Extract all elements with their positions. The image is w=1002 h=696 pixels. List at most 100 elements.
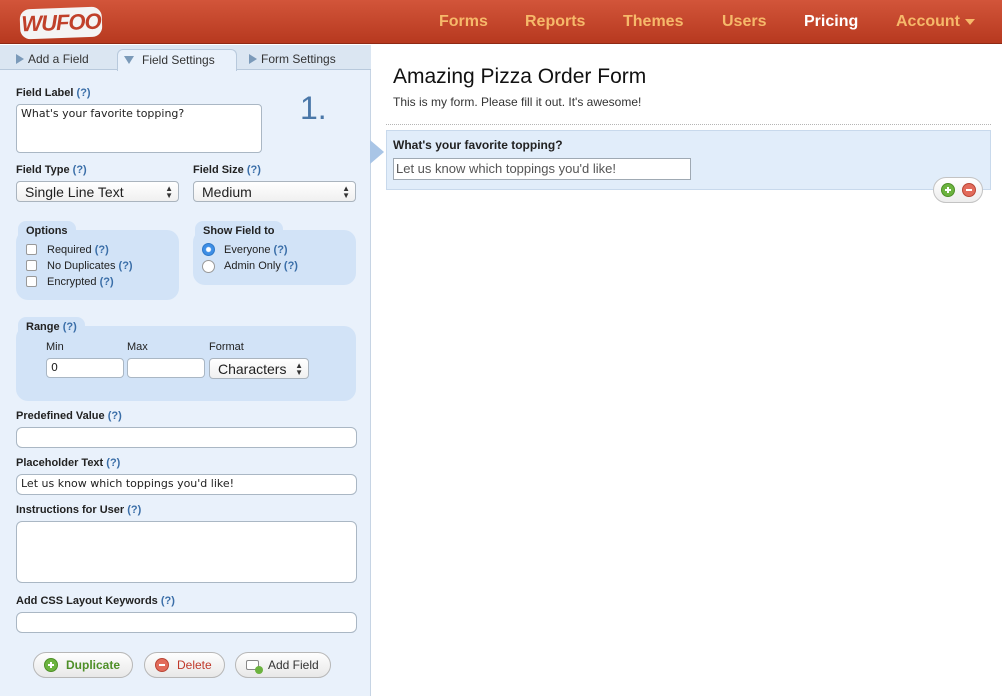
help-link[interactable]: (?)	[108, 410, 122, 422]
help-link[interactable]: (?)	[274, 244, 288, 256]
field-size-heading: Field Size (?)	[193, 164, 261, 176]
minus-circle-icon	[155, 658, 169, 672]
instructions-textarea[interactable]	[16, 521, 357, 583]
admin-only-option: Admin Only (?)	[224, 260, 298, 272]
field-size-select[interactable]: Medium ▲ ▼	[193, 181, 356, 202]
field-type-heading: Field Type (?)	[16, 164, 87, 176]
required-checkbox[interactable]	[26, 244, 37, 255]
settings-panel: Add a Field Field Settings Form Settings…	[0, 45, 371, 696]
help-link[interactable]: (?)	[247, 164, 261, 176]
placeholder-text-heading: Placeholder Text (?)	[16, 457, 120, 469]
range-max-label: Max	[127, 341, 148, 353]
nav-themes[interactable]: Themes	[623, 13, 683, 31]
remove-circle-icon[interactable]	[962, 183, 976, 197]
field-type-label: Field Type	[16, 164, 70, 176]
nav-forms[interactable]: Forms	[439, 13, 488, 31]
delete-label: Delete	[177, 658, 212, 672]
option-label: Everyone	[224, 244, 271, 256]
everyone-radio[interactable]	[202, 243, 215, 256]
range-format-select[interactable]: Characters ▲ ▼	[209, 358, 309, 379]
option-label: Admin Only	[224, 260, 281, 272]
encrypted-checkbox[interactable]	[26, 276, 37, 287]
tab-form-settings[interactable]: Form Settings	[247, 49, 336, 71]
field-actions	[933, 177, 983, 203]
instructions-label: Instructions for User	[16, 504, 125, 516]
help-link[interactable]: (?)	[77, 87, 91, 99]
help-link[interactable]: (?)	[119, 260, 133, 272]
duplicate-button[interactable]: Duplicate	[33, 652, 133, 678]
field-size-value: Medium	[202, 184, 252, 200]
field-preview-input[interactable]: Let us know which toppings you'd like!	[393, 158, 691, 180]
required-option: Required (?)	[47, 244, 109, 256]
help-link[interactable]: (?)	[127, 504, 141, 516]
option-label: Encrypted	[47, 276, 97, 288]
field-size-label: Field Size	[193, 164, 244, 176]
range-format-value: Characters	[218, 361, 287, 377]
field-label-textarea[interactable]: What's your favorite topping?	[16, 104, 262, 153]
range-min-input[interactable]: 0	[46, 358, 124, 378]
add-field-icon	[246, 660, 263, 674]
field-label-heading: Field Label (?)	[16, 87, 91, 99]
duplicate-label: Duplicate	[66, 658, 121, 672]
help-link[interactable]: (?)	[106, 457, 120, 469]
form-description: This is my form. Please fill it out. It'…	[393, 95, 642, 109]
tab-field-settings[interactable]: Field Settings	[117, 49, 237, 71]
form-title: Amazing Pizza Order Form	[393, 65, 647, 88]
field-type-select[interactable]: Single Line Text ▲ ▼	[16, 181, 179, 202]
help-link[interactable]: (?)	[73, 164, 87, 176]
help-link[interactable]: (?)	[63, 321, 77, 333]
add-field-button[interactable]: Add Field	[235, 652, 331, 678]
nav-account[interactable]: Account	[896, 13, 975, 31]
encrypted-option: Encrypted (?)	[47, 276, 114, 288]
help-link[interactable]: (?)	[284, 260, 298, 272]
range-title: Range (?)	[18, 317, 85, 335]
delete-button[interactable]: Delete	[144, 652, 225, 678]
top-bar: WUFOO Forms Reports Themes Users Pricing…	[0, 0, 1002, 44]
placeholder-text-label: Placeholder Text	[16, 457, 104, 469]
tab-label: Field Settings	[142, 53, 215, 67]
add-circle-icon[interactable]	[941, 183, 955, 197]
range-min-label: Min	[46, 341, 64, 353]
everyone-option: Everyone (?)	[224, 244, 288, 256]
field-label-text: Field Label	[16, 87, 74, 99]
form-divider	[386, 124, 991, 125]
nav-reports[interactable]: Reports	[525, 13, 585, 31]
option-label: Required	[47, 244, 92, 256]
tab-label: Add a Field	[28, 52, 89, 66]
range-format-label: Format	[209, 341, 244, 353]
select-arrows-icon: ▲ ▼	[165, 184, 173, 200]
field-pointer-icon	[370, 140, 384, 164]
add-field-label: Add Field	[268, 658, 319, 672]
css-keywords-heading: Add CSS Layout Keywords (?)	[16, 595, 175, 607]
predefined-value-heading: Predefined Value (?)	[16, 410, 122, 422]
css-keywords-input[interactable]	[16, 612, 357, 633]
field-type-value: Single Line Text	[25, 184, 124, 200]
tab-add-field[interactable]: Add a Field	[14, 49, 89, 71]
admin-only-radio[interactable]	[202, 260, 215, 273]
no-duplicates-option: No Duplicates (?)	[47, 260, 133, 272]
placeholder-text-input[interactable]: Let us know which toppings you'd like!	[16, 474, 357, 495]
wufoo-logo[interactable]: WUFOO	[19, 6, 103, 40]
help-link[interactable]: (?)	[100, 276, 114, 288]
range-max-input[interactable]	[127, 358, 205, 378]
field-number: 1.	[300, 90, 327, 126]
field-question: What's your favorite topping?	[393, 138, 563, 152]
options-title: Options	[18, 221, 76, 239]
tab-label: Form Settings	[261, 52, 336, 66]
instructions-heading: Instructions for User (?)	[16, 504, 141, 516]
option-label: No Duplicates	[47, 260, 116, 272]
predefined-value-label: Predefined Value	[16, 410, 105, 422]
predefined-value-input[interactable]	[16, 427, 357, 448]
arrow-down-icon	[124, 56, 134, 64]
plus-circle-icon	[44, 658, 58, 672]
nav-account-label: Account	[896, 13, 960, 30]
show-field-title: Show Field to	[195, 221, 283, 239]
select-arrows-icon: ▲ ▼	[342, 184, 350, 200]
panel-tabs: Add a Field Field Settings Form Settings	[0, 45, 371, 71]
help-link[interactable]: (?)	[95, 244, 109, 256]
nav-pricing[interactable]: Pricing	[804, 13, 858, 31]
help-link[interactable]: (?)	[161, 595, 175, 607]
no-duplicates-checkbox[interactable]	[26, 260, 37, 271]
nav-users[interactable]: Users	[722, 13, 766, 31]
arrow-right-icon	[16, 54, 24, 64]
